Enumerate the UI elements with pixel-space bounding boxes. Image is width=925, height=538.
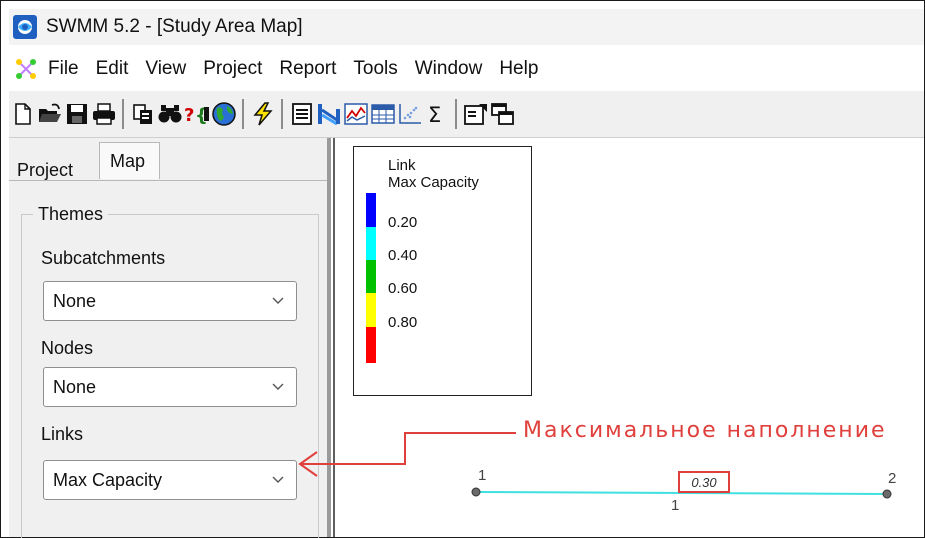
node-end-label: 2: [888, 470, 897, 487]
node-start-label: 1: [478, 467, 487, 484]
link-value-label: 0.30: [678, 471, 730, 493]
link-label: 1: [671, 497, 680, 514]
application-window: SWMM 5.2 - [Study Area Map] File Edit Vi…: [0, 0, 925, 538]
annotation-arrow: [301, 432, 516, 465]
node-start[interactable]: [471, 487, 481, 497]
annotation-label: Максимальное наполнение: [523, 418, 887, 443]
node-end[interactable]: [882, 489, 892, 499]
map-overlay: [298, 432, 892, 499]
link-value: 0.30: [691, 474, 717, 490]
